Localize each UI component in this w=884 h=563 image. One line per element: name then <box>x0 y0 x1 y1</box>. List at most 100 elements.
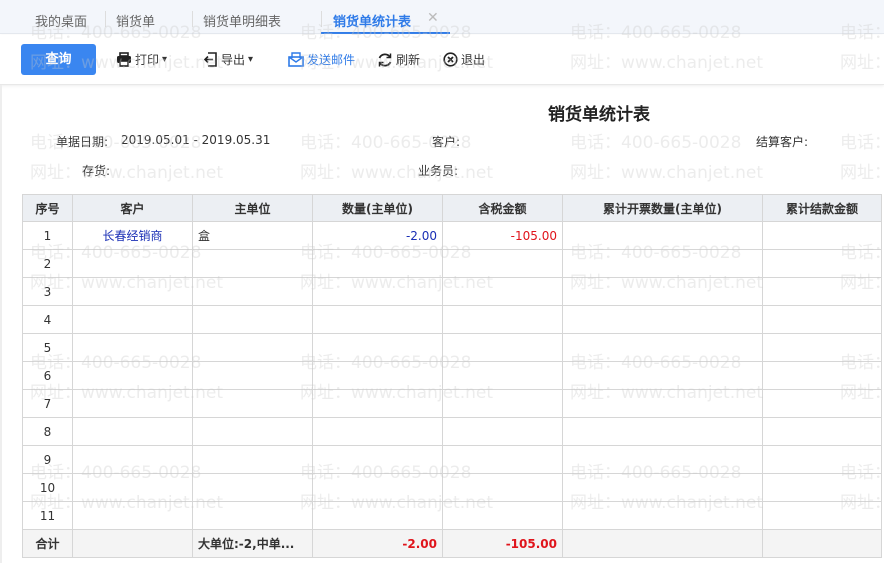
send-email-button[interactable]: 发送邮件 <box>288 51 355 68</box>
column-header[interactable]: 客户 <box>72 194 193 222</box>
watermark-text: 网址：www.chanjet.net <box>570 163 764 183</box>
table-row[interactable]: 10 <box>22 473 882 502</box>
column-header[interactable]: 累计结款金额 <box>762 194 882 222</box>
table-cell <box>442 333 563 362</box>
chevron-down-icon: ▾ <box>162 54 168 65</box>
exit-label: 退出 <box>461 53 486 67</box>
table-cell <box>442 417 563 446</box>
tab-bar: 我的桌面 销货单 销货单明细表 销货单统计表 ✕ <box>0 0 884 34</box>
total-cell: 大单位:-2,中单... <box>192 529 313 558</box>
table-row[interactable]: 9 <box>22 445 882 474</box>
date-value: 2019.05.01 - 2019.05.31 <box>121 133 271 147</box>
table-cell <box>442 445 563 474</box>
table-cell <box>192 249 313 278</box>
table-cell <box>762 221 882 250</box>
table-cell <box>312 249 443 278</box>
table-cell <box>192 501 313 530</box>
table-cell <box>192 361 313 390</box>
mail-icon <box>288 52 304 67</box>
table-row[interactable]: 3 <box>22 277 882 306</box>
table-row[interactable]: 1 长春经销商盒 -2.00 -105.00 <box>22 221 882 250</box>
report-title: 销货单统计表 <box>548 105 650 125</box>
table-cell <box>192 417 313 446</box>
stock-label: 存货: <box>82 164 111 178</box>
column-header[interactable]: 数量(主单位) <box>312 194 443 222</box>
table-cell <box>762 445 882 474</box>
settle-customer-label: 结算客户: <box>756 135 809 149</box>
customer-label: 客户: <box>432 135 461 149</box>
table-cell: 8 <box>22 417 73 446</box>
salesman-label: 业务员: <box>418 164 459 178</box>
table-cell <box>562 417 763 446</box>
table-row[interactable]: 2 <box>22 249 882 278</box>
print-button[interactable]: 打印 ▾ <box>116 51 167 68</box>
table-cell <box>312 417 443 446</box>
table-cell <box>312 445 443 474</box>
table-cell <box>562 249 763 278</box>
table-cell <box>442 473 563 502</box>
table-cell <box>192 445 313 474</box>
close-icon[interactable]: ✕ <box>427 10 439 26</box>
table-row[interactable]: 4 <box>22 305 882 334</box>
table-cell <box>72 305 193 334</box>
table-cell <box>72 417 193 446</box>
table-cell <box>72 361 193 390</box>
table-cell <box>762 389 882 418</box>
table-cell <box>192 277 313 306</box>
column-header[interactable]: 累计开票数量(主单位) <box>562 194 763 222</box>
table-cell <box>312 389 443 418</box>
table-cell <box>192 473 313 502</box>
table-cell <box>562 221 763 250</box>
divider <box>192 11 193 27</box>
table-cell <box>312 501 443 530</box>
tab-desktop[interactable]: 我的桌面 <box>35 11 87 33</box>
table-cell <box>762 473 882 502</box>
export-label: 导出 <box>221 53 246 67</box>
table-cell <box>442 249 563 278</box>
printer-icon <box>117 52 131 67</box>
exit-button[interactable]: 退出 <box>443 51 485 68</box>
tab-sales-summary[interactable]: 销货单统计表 ✕ <box>321 10 450 34</box>
table-cell[interactable]: 长春经销商 <box>72 221 193 250</box>
watermark-text: 网址：www.chanjet.net <box>840 163 884 183</box>
column-header[interactable]: 序号 <box>22 194 73 222</box>
total-cell <box>562 529 763 558</box>
table-cell: -2.00 <box>312 221 443 250</box>
tab-sales-detail[interactable]: 销货单明细表 <box>203 11 281 33</box>
table-row[interactable]: 6 <box>22 361 882 390</box>
query-button[interactable]: 查询 <box>21 44 96 75</box>
table-cell <box>72 389 193 418</box>
table-cell: 4 <box>22 305 73 334</box>
table-row[interactable]: 7 <box>22 389 882 418</box>
total-cell <box>762 529 882 558</box>
table-cell: 1 <box>22 221 73 250</box>
total-cell: -2.00 <box>312 529 443 558</box>
tab-sales-order[interactable]: 销货单 <box>116 11 155 33</box>
table-row[interactable]: 11 <box>22 501 882 530</box>
column-header[interactable]: 主单位 <box>192 194 313 222</box>
divider <box>0 85 2 563</box>
table-row[interactable]: 5 <box>22 333 882 362</box>
table-cell <box>72 501 193 530</box>
column-header[interactable]: 含税金额 <box>442 194 563 222</box>
export-button[interactable]: 导出 ▾ <box>203 51 253 68</box>
table-cell: 11 <box>22 501 73 530</box>
total-cell: -105.00 <box>442 529 563 558</box>
total-cell <box>72 529 193 558</box>
chevron-down-icon: ▾ <box>248 54 254 65</box>
refresh-button[interactable]: 刷新 <box>377 51 420 68</box>
table-cell <box>312 361 443 390</box>
table-cell <box>442 305 563 334</box>
table-cell <box>312 277 443 306</box>
table-cell <box>312 333 443 362</box>
table-cell <box>312 305 443 334</box>
table-cell <box>192 389 313 418</box>
table-cell <box>442 277 563 306</box>
table-cell <box>762 361 882 390</box>
table-cell: -105.00 <box>442 221 563 250</box>
table-cell <box>72 249 193 278</box>
watermark-text: 电话：400-665-0028 <box>840 133 884 153</box>
table-cell <box>562 501 763 530</box>
table-cell: 7 <box>22 389 73 418</box>
table-row[interactable]: 8 <box>22 417 882 446</box>
